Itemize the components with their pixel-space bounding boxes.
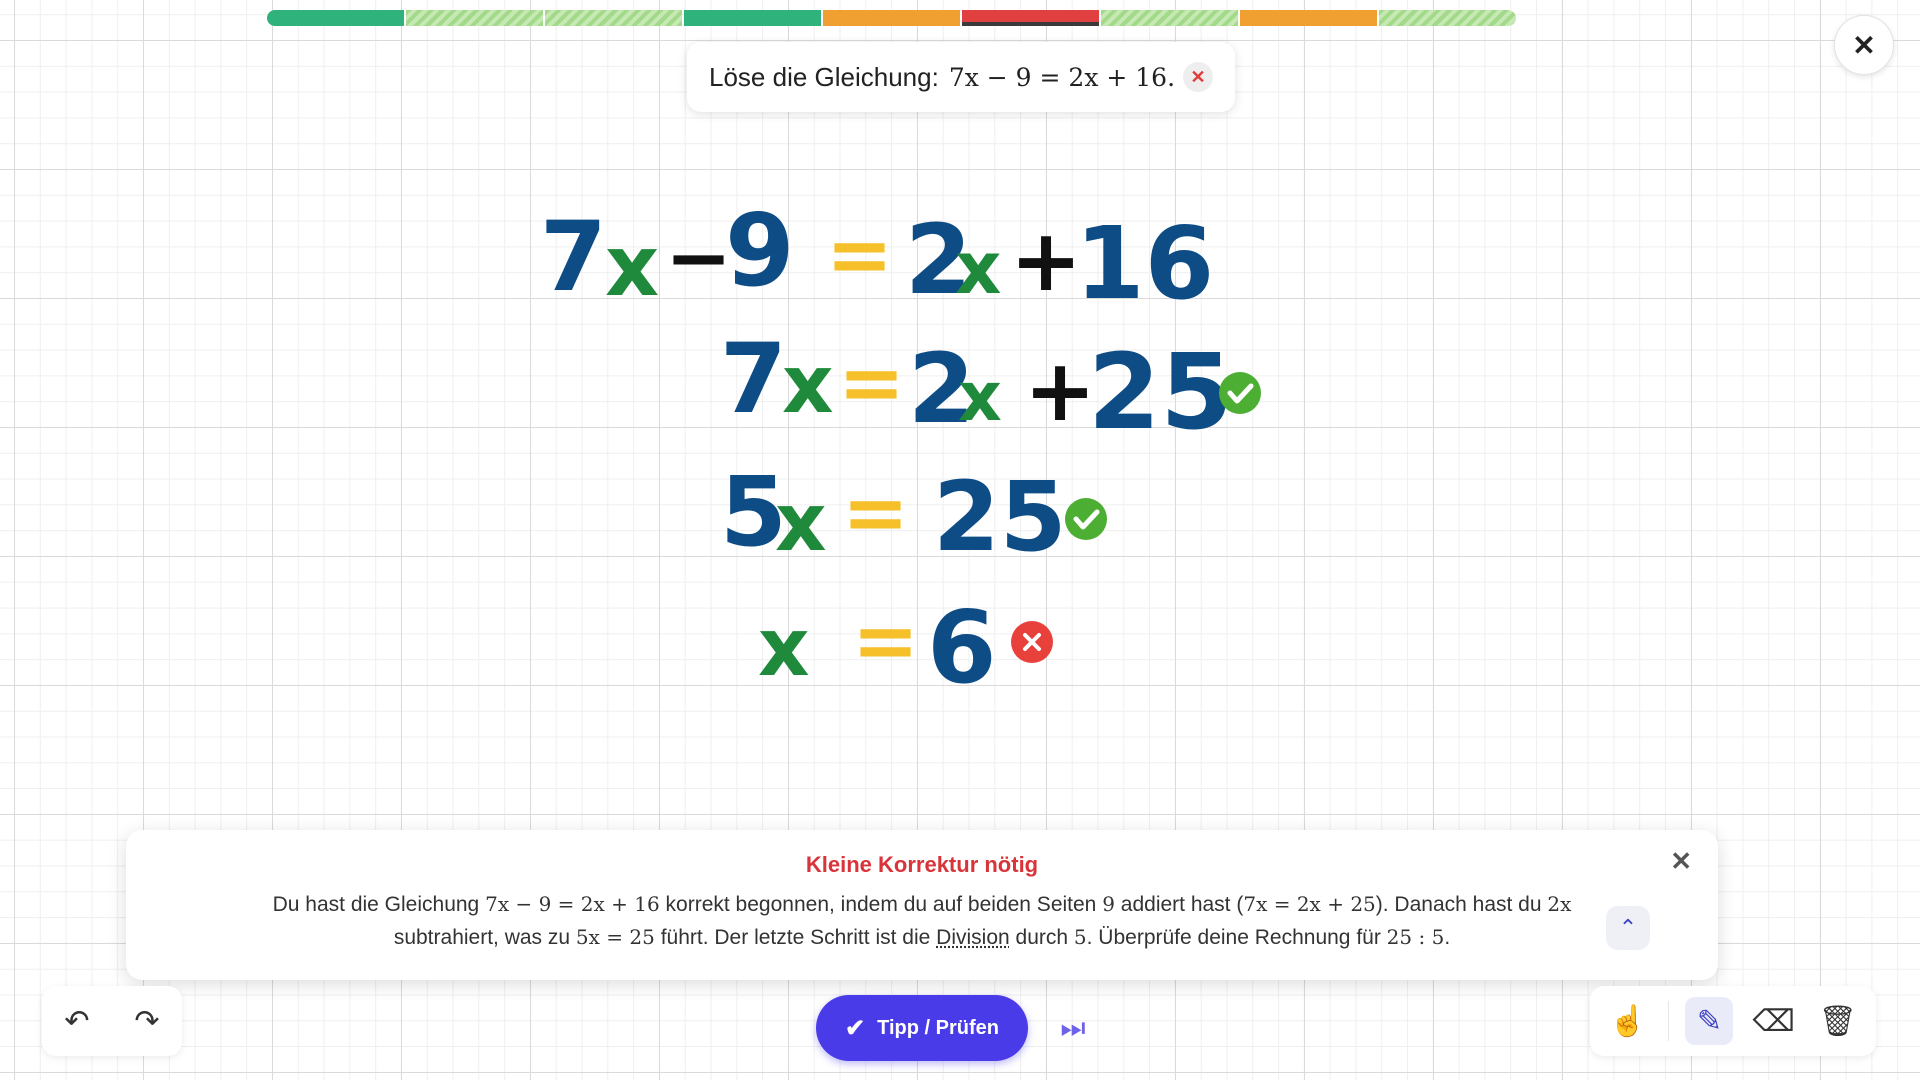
feedback-text-part: Du hast die Gleichung (272, 893, 480, 916)
hw-token-equals: = (826, 208, 893, 301)
hand-icon: ☝ (1609, 1004, 1647, 1038)
hand-tool-button[interactable]: ☝ (1604, 997, 1652, 1045)
feedback-math: 2x (1547, 892, 1572, 916)
trash-icon: 🗑 (1818, 1004, 1857, 1038)
hw-token-equals: = (842, 466, 909, 559)
feedback-text-part: addiert hast ( (1120, 893, 1244, 916)
clear-canvas-button[interactable]: 🗑 (1814, 997, 1862, 1045)
hw-token-operator: + (1010, 211, 1082, 311)
feedback-text-part: führt. Der letzte Schritt ist die (660, 926, 931, 949)
hw-token-variable: x (782, 338, 834, 431)
feedback-text-part: korrekt begonnen, indem du auf beiden Se… (665, 893, 1097, 916)
hw-token-variable: x (775, 476, 827, 569)
redo-button[interactable]: ↷ (123, 997, 171, 1045)
handwritten-line-1: 7 x − 9 = 2 x + 16 (540, 192, 1214, 322)
hw-token-number: 6 (927, 589, 997, 706)
hw-token-variable: x (605, 217, 659, 315)
check-icon (1219, 372, 1261, 414)
check-icon (1065, 498, 1107, 540)
eraser-icon: ⌫ (1752, 1004, 1795, 1038)
hw-token-equals: = (852, 594, 919, 687)
pen-icon: ✎ (1696, 1004, 1723, 1038)
handwritten-line-2: 7 x = 2 x + 25 (720, 323, 1233, 453)
hw-token-variable: x (958, 358, 1002, 437)
feedback-close-button[interactable]: ✕ (1670, 846, 1692, 877)
feedback-text-part: ). Danach hast du (1375, 893, 1542, 916)
skip-button[interactable]: ⏭ (1056, 1010, 1090, 1046)
hw-token-operator: + (1024, 341, 1096, 441)
hw-token-number: 25 (933, 461, 1067, 573)
feedback-math: 9 (1102, 892, 1115, 916)
redo-icon: ↷ (134, 1004, 160, 1038)
feedback-panel: Kleine Korrektur nötig Du hast die Gleic… (126, 830, 1718, 980)
skip-forward-icon: ⏭ (1060, 1011, 1086, 1043)
feedback-text-part: . (1444, 926, 1451, 949)
feedback-math: 7x − 9 = 2x + 16 (485, 892, 660, 916)
eraser-tool-button[interactable]: ⌫ (1750, 997, 1798, 1045)
hw-token-number: 7 (540, 201, 607, 313)
drawing-toolbar: ☝ ✎ ⌫ 🗑 (1590, 986, 1876, 1056)
hw-token-variable: x (955, 226, 1001, 310)
pen-tool-button[interactable]: ✎ (1685, 997, 1734, 1045)
hw-token-number: 9 (725, 192, 795, 309)
feedback-math: 5x = 25 (575, 925, 655, 949)
check-icon: ✔ (845, 1014, 866, 1042)
feedback-math: 25 : 5 (1386, 925, 1445, 949)
hint-check-button[interactable]: ✔ Tipp / Prüfen (816, 995, 1028, 1061)
chevron-up-icon: ⌃ (1618, 915, 1638, 940)
handwritten-line-3: 5 x = 25 (720, 456, 1067, 573)
feedback-text: Du hast die Gleichung 7x − 9 = 2x + 16 k… (246, 888, 1598, 954)
hw-token-operator: − (665, 211, 732, 304)
toolbar-divider (1668, 1001, 1670, 1041)
feedback-math: 5 (1073, 925, 1087, 949)
undo-icon: ↶ (64, 1004, 90, 1038)
error-icon (1011, 621, 1053, 663)
feedback-text-part: . Überprüfe deine Rechnung für (1086, 926, 1381, 949)
undo-button[interactable]: ↶ (53, 997, 101, 1045)
hw-token-number: 16 (1075, 205, 1214, 322)
hint-check-label: Tipp / Prüfen (877, 1016, 999, 1039)
feedback-title: Kleine Korrektur nötig (805, 852, 1039, 877)
history-toolbar: ↶ ↷ (42, 986, 182, 1056)
handwritten-line-4: x = 6 (758, 589, 997, 706)
feedback-text-part: durch (1015, 926, 1069, 949)
hw-token-number: 7 (720, 323, 787, 435)
hw-token-variable: x (758, 601, 810, 694)
division-glossary-link[interactable]: Division (936, 926, 1010, 949)
feedback-math: 7x = 2x + 25 (1243, 892, 1376, 916)
feedback-collapse-button[interactable]: ⌃ (1606, 906, 1650, 950)
hw-token-number: 25 (1088, 331, 1233, 453)
feedback-text-part: subtrahiert, was zu (393, 926, 571, 949)
close-icon: ✕ (1670, 846, 1692, 876)
hw-token-equals: = (838, 336, 905, 429)
